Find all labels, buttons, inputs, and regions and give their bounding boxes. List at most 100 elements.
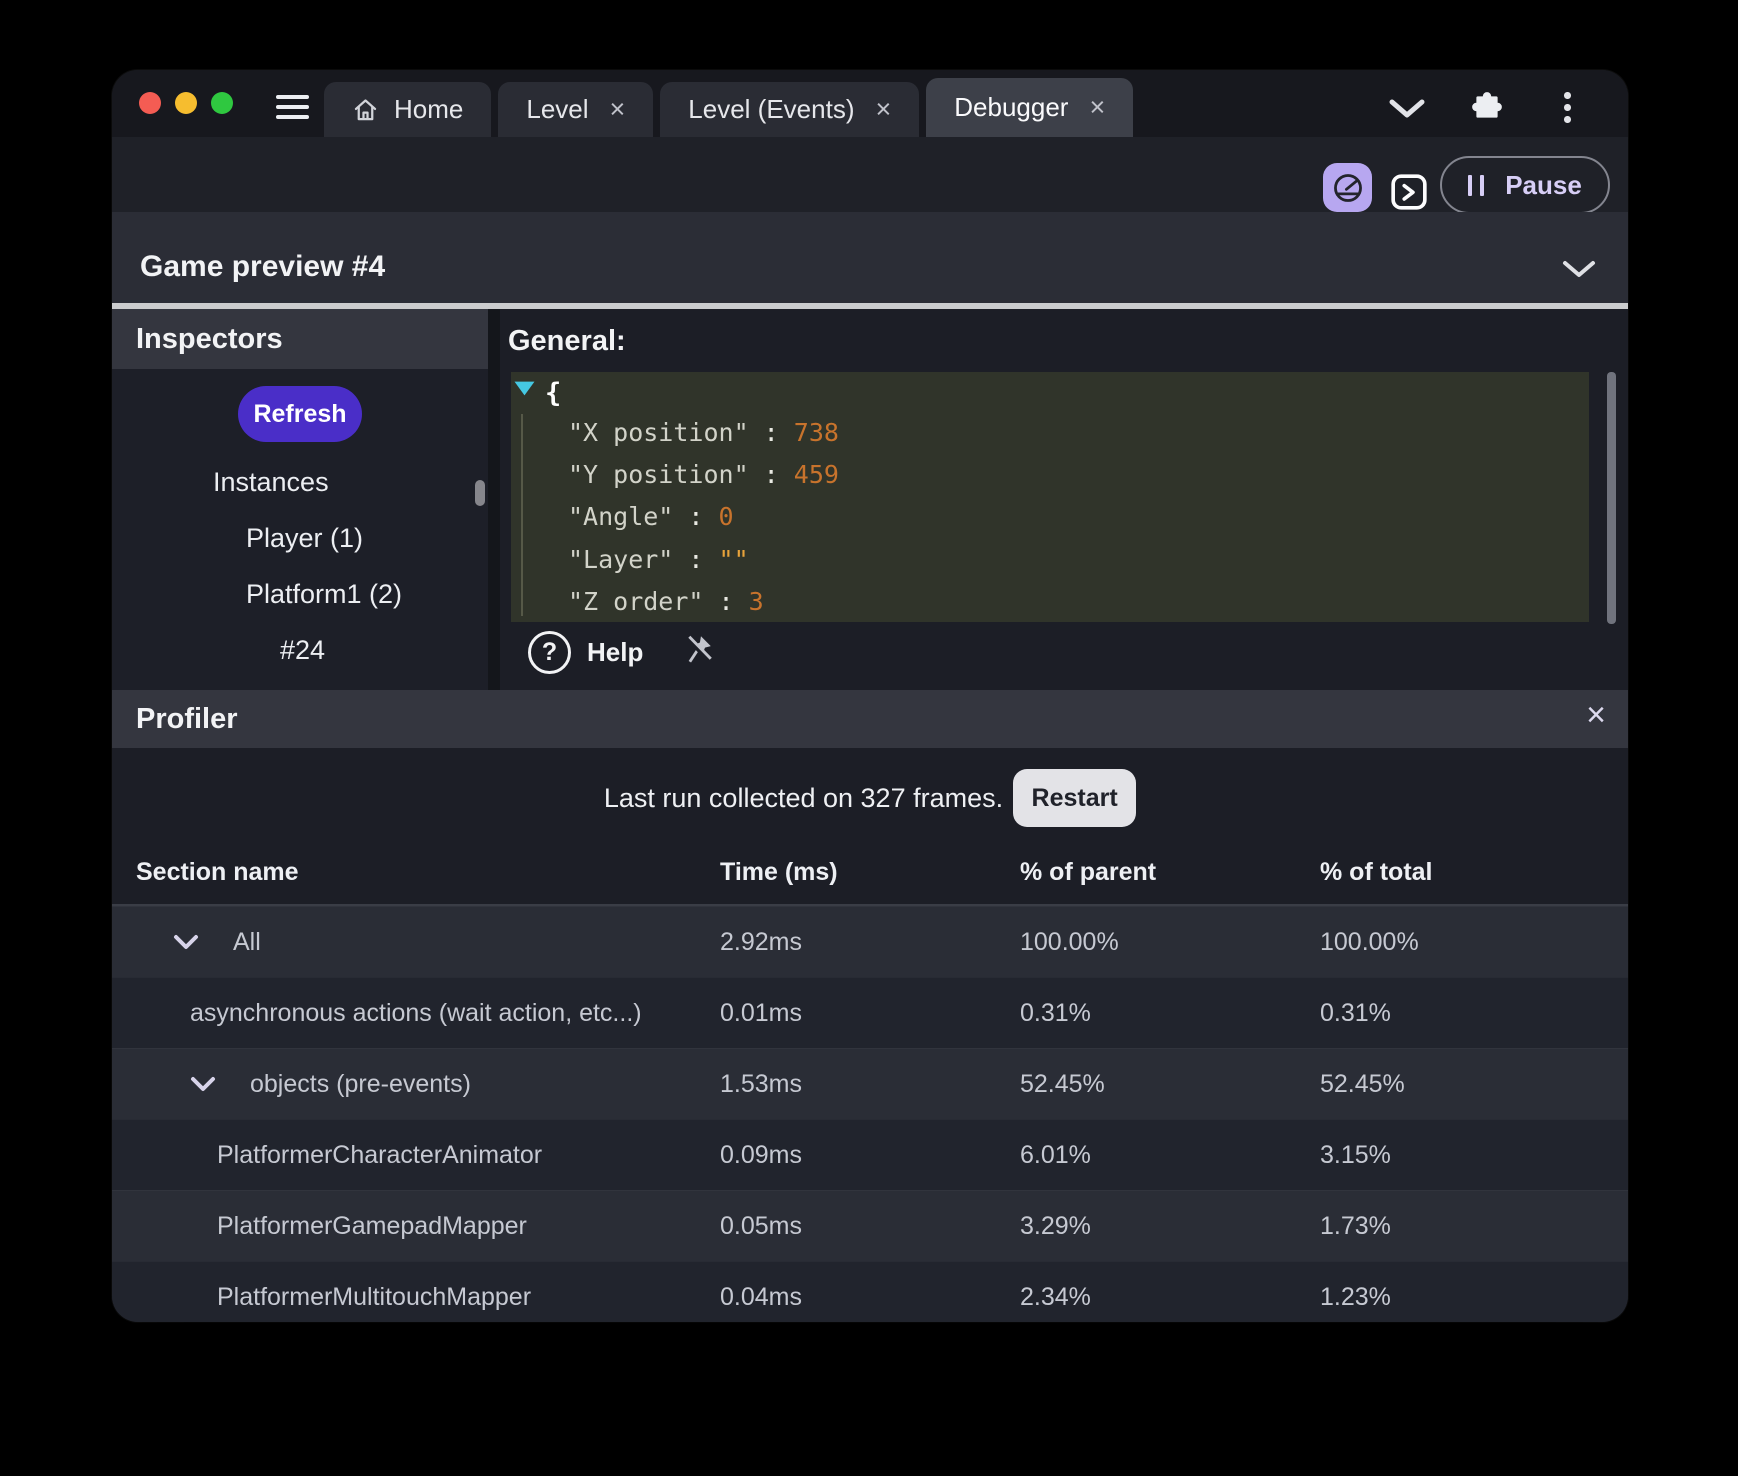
profiler-table-row[interactable]: All 2.92ms 100.00% 100.00%: [112, 906, 1628, 977]
tab-label: Level (Events): [688, 94, 855, 124]
pin-disabled-icon[interactable]: [683, 633, 715, 672]
pause-button[interactable]: Pause: [1440, 156, 1610, 214]
profiler-table-row[interactable]: PlatformerMultitouchMapper 0.04ms 2.34% …: [112, 1261, 1628, 1322]
editor-tab[interactable]: Home ×: [324, 82, 492, 137]
json-value: 0: [718, 502, 734, 532]
tab-label: Home: [394, 94, 464, 124]
home-icon: [352, 96, 379, 123]
chevron-down-icon[interactable]: [1388, 98, 1426, 125]
tab-close-icon[interactable]: ×: [610, 96, 626, 123]
column-header-percent-total: % of total: [1320, 857, 1433, 886]
json-inspector: { "X position" : 738 "Y position" : 459: [511, 372, 1589, 622]
restart-button[interactable]: Restart: [1013, 769, 1137, 827]
profiler-table-row[interactable]: objects (pre-events) 1.53ms 52.45% 52.45…: [112, 1048, 1628, 1119]
json-value: 3: [748, 587, 764, 617]
tab-label: Debugger: [954, 92, 1069, 122]
json-open-brace: {: [545, 378, 562, 409]
hamburger-menu-icon[interactable]: [276, 95, 309, 119]
section-time: 0.09ms: [720, 1140, 802, 1169]
json-colon: :: [748, 417, 794, 447]
panel-vertical-divider: [488, 309, 500, 690]
tab-strip: Home × Level ×: [324, 78, 1134, 137]
pause-button-label: Pause: [1505, 169, 1582, 200]
json-key: "Layer": [568, 544, 674, 574]
section-percent-parent: 2.34%: [1020, 1282, 1091, 1311]
inspector-item-label: Platform1 (2): [246, 578, 403, 609]
inspector-tree-item[interactable]: Instances: [112, 454, 488, 510]
profiler-body: Last run collected on 327 frames. Restar…: [112, 748, 1628, 1322]
editor-tab[interactable]: Level (Events) ×: [660, 82, 920, 137]
console-button[interactable]: [1390, 173, 1428, 211]
profiler-table-row[interactable]: PlatformerCharacterAnimator 0.09ms 6.01%…: [112, 1119, 1628, 1190]
help-label: Help: [587, 637, 644, 667]
refresh-button[interactable]: Refresh: [238, 386, 362, 442]
tab-close-icon[interactable]: ×: [1089, 94, 1105, 121]
json-colon: :: [703, 587, 749, 617]
chevron-down-icon[interactable]: [190, 1076, 250, 1093]
general-section-title: General:: [508, 325, 626, 357]
profiler-title: Profiler: [136, 702, 238, 735]
profiler-table-header: Section name Time (ms) % of parent % of …: [112, 840, 1628, 906]
kebab-menu-icon[interactable]: [1564, 92, 1571, 123]
column-header-section-name: Section name: [136, 857, 299, 886]
section-time: 0.04ms: [720, 1282, 802, 1311]
json-colon: :: [748, 460, 794, 490]
json-colon: :: [673, 502, 719, 532]
inspector-tree-item[interactable]: Player (1): [112, 510, 488, 566]
json-key: "Z order": [568, 587, 704, 617]
section-percent-total: 0.31%: [1320, 998, 1391, 1027]
json-value: 459: [793, 460, 839, 490]
profiler-header: Profiler ×: [112, 690, 1628, 748]
inspector-tree-item[interactable]: Platform1 (2): [112, 566, 488, 622]
extensions-puzzle-icon[interactable]: [1470, 90, 1504, 129]
inspectors-header: Inspectors: [112, 309, 488, 369]
json-property-row[interactable]: "Angle" : 0: [568, 496, 1579, 538]
json-property-row[interactable]: "Z order" : 3: [568, 581, 1579, 623]
json-property-row[interactable]: "Y position" : 459: [568, 453, 1579, 495]
inspector-item-label: Instances: [213, 466, 329, 497]
inspectors-scrollbar-thumb[interactable]: [475, 480, 485, 506]
help-icon[interactable]: ?: [528, 631, 571, 674]
section-percent-parent: 6.01%: [1020, 1140, 1091, 1169]
tab-close-icon[interactable]: ×: [875, 96, 891, 123]
general-scrollbar-thumb[interactable]: [1607, 372, 1616, 624]
inspector-tree-item[interactable]: #24: [112, 622, 488, 678]
tab-bar: Home × Level ×: [112, 70, 1628, 137]
profiler-table-row[interactable]: PlatformerGamepadMapper 0.05ms 3.29% 1.7…: [112, 1190, 1628, 1261]
section-percent-parent: 52.45%: [1020, 1069, 1105, 1098]
app-window: Home × Level ×: [112, 70, 1628, 1322]
debugger-panels: Inspectors Refresh Instances Player (1): [112, 309, 1628, 690]
json-key: "Y position": [568, 460, 749, 490]
inspectors-title: Inspectors: [136, 322, 283, 355]
profiler-gauge-icon: [1333, 173, 1362, 202]
chevron-down-icon[interactable]: [1562, 260, 1596, 285]
section-percent-total: 100.00%: [1320, 927, 1419, 956]
section-name: PlatformerMultitouchMapper: [217, 1282, 532, 1311]
chevron-down-icon[interactable]: [173, 934, 233, 951]
profiler-gauge-button[interactable]: [1323, 163, 1372, 212]
profiler-table-row[interactable]: asynchronous actions (wait action, etc..…: [112, 977, 1628, 1048]
editor-tab[interactable]: Debugger ×: [926, 78, 1134, 137]
collapse-triangle-icon[interactable]: [514, 381, 535, 401]
json-value: 738: [793, 417, 839, 447]
inspectors-tree: Instances Player (1) Platform1 (2) #24: [112, 454, 488, 678]
traffic-lights: [139, 92, 233, 114]
close-window-button[interactable]: [139, 92, 161, 114]
editor-tab[interactable]: Level ×: [498, 82, 654, 137]
json-property-row[interactable]: "X position" : 738: [568, 411, 1579, 453]
section-percent-total: 52.45%: [1320, 1069, 1405, 1098]
console-icon: [1391, 174, 1427, 210]
section-name: asynchronous actions (wait action, etc..…: [190, 998, 642, 1027]
section-percent-total: 1.73%: [1320, 1211, 1391, 1240]
pause-bars-icon: [1468, 174, 1485, 196]
section-percent-total: 1.23%: [1320, 1282, 1391, 1311]
column-header-time: Time (ms): [720, 857, 838, 886]
game-preview-header[interactable]: Game preview #4: [112, 212, 1628, 303]
close-icon[interactable]: ×: [1586, 698, 1606, 732]
section-percent-parent: 3.29%: [1020, 1211, 1091, 1240]
zoom-window-button[interactable]: [211, 92, 233, 114]
json-property-row[interactable]: "Layer" : "": [568, 538, 1579, 580]
section-name: PlatformerGamepadMapper: [217, 1211, 527, 1240]
section-percent-parent: 0.31%: [1020, 998, 1091, 1027]
minimize-window-button[interactable]: [175, 92, 197, 114]
